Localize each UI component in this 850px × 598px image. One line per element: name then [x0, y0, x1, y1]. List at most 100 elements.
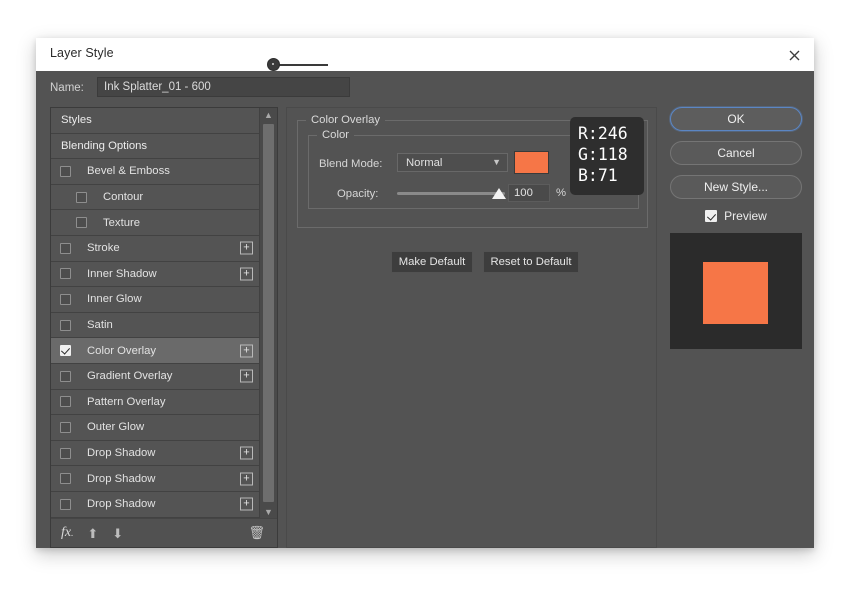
- layer-style-dialog: Layer Style Name: Styles Blending Options…: [36, 38, 814, 548]
- style-row-label: Texture: [103, 216, 141, 229]
- arrow-up-icon[interactable]: ⬆: [87, 527, 98, 540]
- style-row-checkbox[interactable]: [60, 370, 71, 382]
- add-effect-icon[interactable]: +: [240, 497, 253, 511]
- style-row-checkbox[interactable]: [60, 345, 71, 357]
- style-row-checkbox[interactable]: [60, 447, 71, 459]
- blend-mode-select[interactable]: Normal ▼: [397, 153, 508, 172]
- style-row-checkbox[interactable]: [60, 421, 71, 433]
- style-row[interactable]: Drop Shadow +: [51, 491, 259, 518]
- styles-list[interactable]: Styles Blending Options Bevel & Emboss Cont…: [51, 108, 259, 519]
- color-group-title: Color: [317, 129, 354, 141]
- styles-list-footer: fx. ⬆ ⬇ 🗑: [51, 518, 277, 547]
- close-icon[interactable]: [782, 44, 806, 66]
- eyedropper-cursor-icon: [267, 58, 280, 71]
- ok-button[interactable]: OK: [670, 107, 802, 131]
- style-row[interactable]: Inner Glow: [51, 287, 259, 313]
- rgb-readout-tooltip: R:246 G:118 B:71: [570, 117, 644, 195]
- style-row-label: Inner Shadow: [87, 267, 157, 280]
- name-input[interactable]: [97, 77, 350, 97]
- cancel-button[interactable]: Cancel: [670, 141, 802, 165]
- add-effect-icon[interactable]: +: [240, 344, 253, 358]
- style-row-label: Drop Shadow: [87, 447, 156, 460]
- style-row[interactable]: Outer Glow: [51, 415, 259, 441]
- dialog-titlebar: Layer Style: [36, 38, 814, 72]
- add-effect-icon[interactable]: +: [240, 267, 253, 281]
- preview-label: Preview: [724, 209, 767, 223]
- style-row-label: Gradient Overlay: [87, 370, 173, 383]
- opacity-input[interactable]: [508, 184, 550, 202]
- style-row[interactable]: Stroke +: [51, 235, 259, 262]
- style-row-label: Styles: [61, 114, 92, 127]
- blend-mode-value: Normal: [406, 157, 443, 169]
- style-row-label: Stroke: [87, 242, 120, 255]
- style-row[interactable]: Texture: [51, 210, 259, 236]
- reset-to-default-button[interactable]: Reset to Default: [483, 251, 579, 273]
- preview-checkbox[interactable]: [705, 210, 718, 222]
- trash-icon[interactable]: 🗑: [248, 525, 265, 541]
- styles-list-panel: Styles Blending Options Bevel & Emboss Cont…: [50, 107, 278, 548]
- style-row-checkbox[interactable]: [76, 191, 87, 203]
- opacity-label: Opacity:: [337, 188, 379, 200]
- dialog-actions: OK Cancel New Style... Preview: [670, 107, 802, 349]
- style-row[interactable]: Contour: [51, 184, 259, 211]
- style-row-label: Blending Options: [61, 139, 148, 152]
- arrow-down-icon[interactable]: ⬇: [112, 527, 123, 540]
- style-row-checkbox[interactable]: [60, 319, 71, 331]
- style-row[interactable]: Drop Shadow +: [51, 466, 259, 492]
- style-row-checkbox[interactable]: [60, 473, 71, 485]
- style-row[interactable]: Pattern Overlay: [51, 389, 259, 416]
- style-row-checkbox[interactable]: [60, 242, 71, 254]
- add-effect-icon[interactable]: +: [240, 446, 253, 460]
- chevron-down-icon: ▼: [492, 157, 501, 167]
- style-row[interactable]: Color Overlay +: [51, 338, 259, 364]
- style-row-checkbox[interactable]: [60, 268, 71, 280]
- style-row[interactable]: Gradient Overlay +: [51, 363, 259, 390]
- style-row-label: Contour: [103, 191, 144, 204]
- scrollbar-thumb[interactable]: [263, 124, 274, 502]
- style-row[interactable]: Styles: [51, 108, 259, 134]
- style-row-checkbox[interactable]: [60, 396, 71, 408]
- style-row-label: Color Overlay: [87, 344, 157, 357]
- chevron-down-icon[interactable]: ▼: [260, 505, 277, 519]
- style-row-checkbox[interactable]: [60, 293, 71, 305]
- style-row[interactable]: Satin: [51, 312, 259, 339]
- rgb-red-value: R:246: [578, 124, 628, 143]
- style-row[interactable]: Blending Options: [51, 133, 259, 160]
- tooltip-leader-line: [279, 64, 328, 66]
- style-row-label: Inner Glow: [87, 293, 142, 306]
- style-row[interactable]: Inner Shadow +: [51, 261, 259, 288]
- style-row[interactable]: Drop Shadow +: [51, 440, 259, 467]
- blend-mode-label: Blend Mode:: [319, 158, 383, 170]
- style-row-label: Drop Shadow: [87, 498, 156, 511]
- dialog-body: Name: Styles Blending Options Bevel & Embo…: [36, 71, 814, 548]
- color-swatch[interactable]: [514, 151, 549, 174]
- new-style-button[interactable]: New Style...: [670, 175, 802, 199]
- style-row-label: Bevel & Emboss: [87, 165, 170, 178]
- style-row-checkbox[interactable]: [60, 165, 71, 177]
- preview-toggle[interactable]: Preview: [670, 209, 802, 223]
- style-row-checkbox[interactable]: [60, 498, 71, 510]
- make-default-button[interactable]: Make Default: [391, 251, 473, 273]
- fx-icon[interactable]: fx.: [61, 525, 73, 541]
- preview-thumbnail: [670, 233, 802, 349]
- style-row-label: Outer Glow: [87, 421, 145, 434]
- dialog-title: Layer Style: [50, 46, 114, 60]
- add-effect-icon[interactable]: +: [240, 472, 253, 486]
- styles-list-scrollbar[interactable]: ▲ ▼: [259, 108, 277, 519]
- opacity-slider-track[interactable]: [397, 192, 505, 195]
- style-row-label: Satin: [87, 319, 113, 332]
- style-row-checkbox[interactable]: [76, 217, 87, 229]
- add-effect-icon[interactable]: +: [240, 241, 253, 255]
- name-row: Name:: [50, 77, 350, 101]
- chevron-up-icon[interactable]: ▲: [260, 108, 277, 122]
- rgb-green-value: G:118: [578, 145, 628, 164]
- style-row-label: Drop Shadow: [87, 472, 156, 485]
- preview-color-square: [703, 262, 768, 324]
- opacity-slider-thumb[interactable]: [492, 188, 506, 199]
- rgb-blue-value: B:71: [578, 166, 618, 185]
- style-row[interactable]: Bevel & Emboss: [51, 159, 259, 185]
- color-overlay-group-title: Color Overlay: [306, 114, 386, 126]
- screen: Layer Style Name: Styles Blending Options…: [0, 0, 850, 598]
- name-label: Name:: [50, 82, 84, 94]
- add-effect-icon[interactable]: +: [240, 369, 253, 383]
